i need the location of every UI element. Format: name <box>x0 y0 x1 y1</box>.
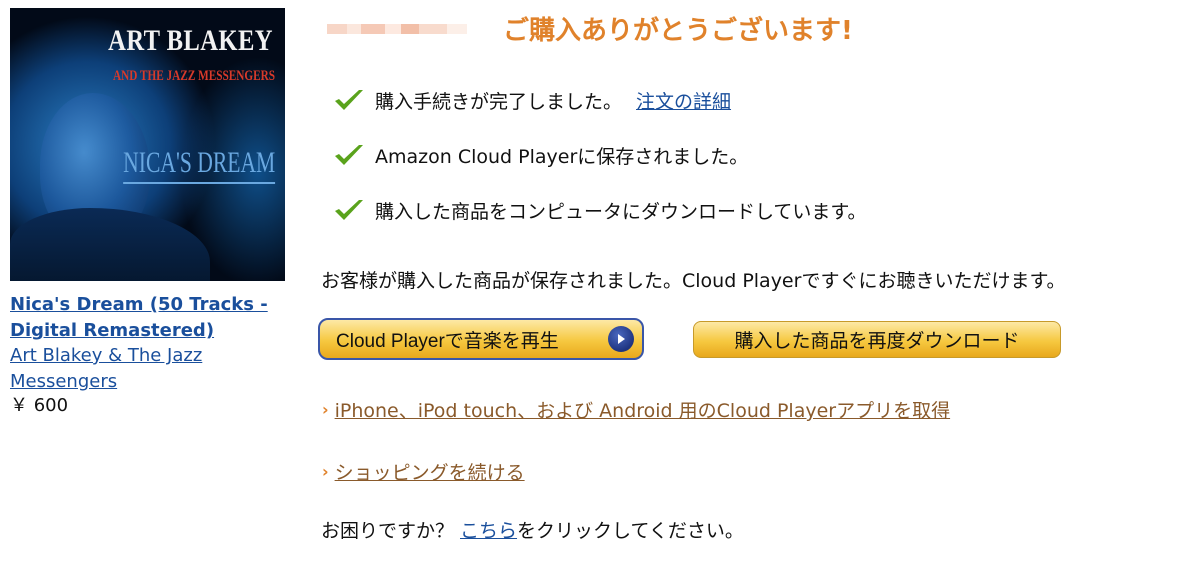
status-text: 購入した商品をコンピュータにダウンロードしています。 <box>375 200 867 223</box>
continue-shopping-link[interactable]: ショッピングを続ける <box>335 458 525 485</box>
customer-name-blurred <box>327 14 483 44</box>
status-item-purchase-complete: 購入手続きが完了しました。 注文の詳細 <box>333 84 731 116</box>
album-cover[interactable]: ART BLAKEY AND THE JAZZ MESSENGERS NICA'… <box>10 8 285 281</box>
album-title-link[interactable]: Nica's Dream (50 Tracks - Digital Remast… <box>10 292 290 344</box>
status-text: Amazon Cloud Playerに保存されました。 <box>375 145 749 168</box>
continue-shopping-link-row[interactable]: › ショッピングを続ける <box>322 458 525 485</box>
page-heading: ご購入ありがとうございます! <box>503 16 853 46</box>
play-button-label: Cloud Playerで音楽を再生 <box>336 330 559 352</box>
arrow-right-icon: › <box>322 462 329 481</box>
help-suffix: をクリックしてください。 <box>517 520 744 542</box>
check-icon <box>335 145 363 165</box>
album-cover-band: AND THE JAZZ MESSENGERS <box>112 68 275 84</box>
status-text: 購入手続きが完了しました。 <box>375 90 623 113</box>
get-cloud-player-app-link[interactable]: iPhone、iPod touch、および Android 用のCloud Pl… <box>335 396 951 423</box>
check-icon <box>335 200 363 220</box>
help-prefix: お困りですか？ <box>321 520 455 542</box>
play-in-cloud-player-button[interactable]: Cloud Playerで音楽を再生 <box>318 318 644 360</box>
album-cover-artist: ART BLAKEY <box>108 24 273 57</box>
help-text: お困りですか？ こちらをクリックしてください。 <box>321 516 744 543</box>
order-details-link[interactable]: 注文の詳細 <box>636 87 731 114</box>
album-price: ￥ 600 <box>10 395 69 416</box>
get-app-link-row[interactable]: › iPhone、iPod touch、および Android 用のCloud … <box>322 396 950 423</box>
redownload-button[interactable]: 購入した商品を再度ダウンロード <box>693 321 1061 358</box>
arrow-right-icon: › <box>322 400 329 419</box>
album-artist-link[interactable]: Art Blakey & The Jazz Messengers <box>10 343 270 395</box>
status-item-downloading: 購入した商品をコンピュータにダウンロードしています。 <box>333 194 867 226</box>
redownload-button-label: 購入した商品を再度ダウンロード <box>734 331 1020 352</box>
album-cover-figure <box>10 208 210 281</box>
album-cover-title: NICA'S DREAM <box>122 146 275 184</box>
status-item-saved-to-cloud: Amazon Cloud Playerに保存されました。 <box>333 139 748 171</box>
check-icon <box>335 90 363 110</box>
play-icon <box>608 326 634 352</box>
saved-message: お客様が購入した商品が保存されました。Cloud Playerですぐにお聴きいた… <box>321 270 1066 292</box>
help-link[interactable]: こちら <box>460 520 517 542</box>
